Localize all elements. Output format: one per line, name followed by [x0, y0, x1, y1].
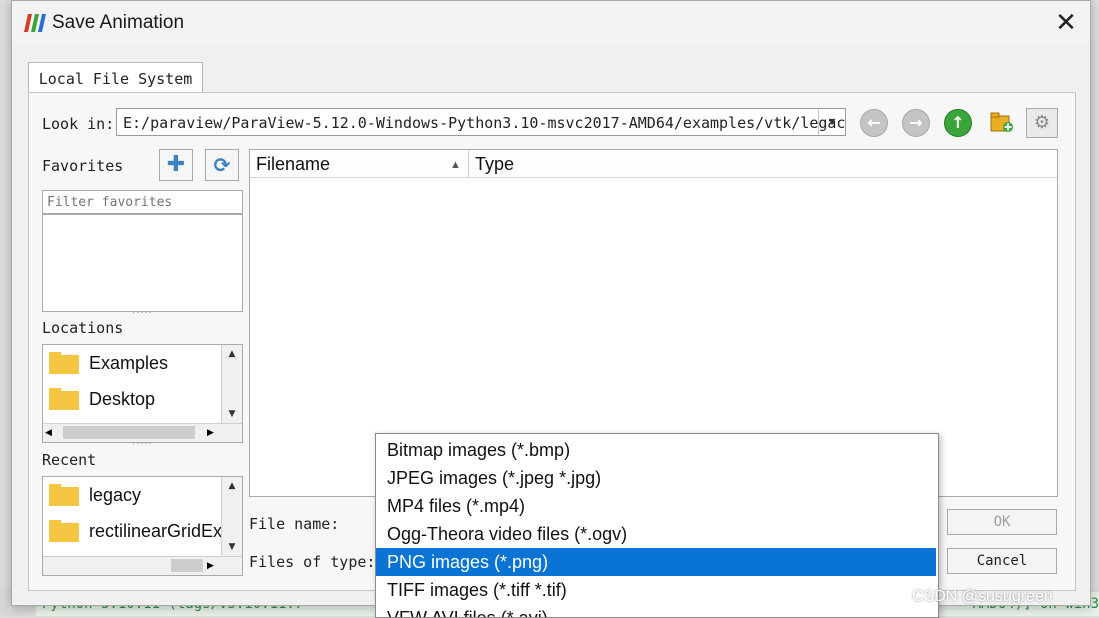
watermark-text: CSDN @susugreen — [912, 588, 1053, 605]
scroll-right-icon[interactable]: ▶ — [207, 424, 214, 442]
folder-icon — [49, 352, 79, 374]
folder-icon — [49, 388, 79, 410]
recent-list[interactable]: legacy rectilinearGridEx ▲ ▼ ▶ — [42, 476, 243, 576]
column-header-label: Type — [475, 154, 515, 174]
file-type-option-tiff[interactable]: TIFF images (*.tiff *.tif) — [376, 576, 936, 604]
column-header-filename[interactable]: Filename ▲ — [250, 150, 468, 178]
splitter-handle[interactable]: ····· — [132, 439, 153, 450]
tab-local-file-system[interactable]: Local File System — [28, 62, 203, 93]
file-name-label: File name: — [249, 515, 340, 533]
column-header-type[interactable]: Type — [469, 150, 1057, 178]
sort-ascending-icon: ▲ — [450, 159, 461, 171]
favorites-list[interactable] — [42, 214, 243, 312]
horizontal-scrollbar[interactable]: ▶ — [43, 556, 242, 575]
files-of-type-label: Files of type: — [249, 553, 376, 571]
scroll-left-icon[interactable]: ◀ — [45, 424, 52, 442]
ok-button[interactable]: OK — [947, 509, 1057, 535]
scroll-right-icon[interactable]: ▶ — [207, 557, 214, 575]
look-in-combobox[interactable]: E:/paraview/ParaView-5.12.0-Windows-Pyth… — [116, 108, 846, 136]
file-type-option-png[interactable]: PNG images (*.png) — [376, 548, 936, 576]
look-in-label: Look in: — [42, 115, 115, 133]
locations-label: Locations — [42, 319, 124, 337]
refresh-icon[interactable]: ⟳ — [205, 149, 239, 181]
file-type-option-ogv[interactable]: Ogg-Theora video files (*.ogv) — [376, 520, 936, 548]
scroll-up-icon[interactable]: ▲ — [222, 345, 242, 363]
vertical-scrollbar[interactable]: ▲ ▼ — [221, 477, 242, 557]
column-header-label: Filename — [256, 154, 331, 174]
filter-favorites-input[interactable] — [42, 190, 243, 214]
scroll-down-icon[interactable]: ▼ — [222, 538, 242, 556]
recent-label: Recent — [42, 451, 97, 469]
window-title: Save Animation — [52, 12, 185, 33]
file-type-option-bmp[interactable]: Bitmap images (*.bmp) — [376, 436, 936, 464]
scroll-thumb[interactable] — [63, 426, 195, 439]
add-favorite-button[interactable]: ✚ — [159, 149, 193, 181]
close-icon[interactable]: ✕ — [1052, 9, 1080, 37]
paraview-logo-icon — [24, 14, 46, 32]
forward-icon[interactable]: → — [902, 109, 930, 137]
new-folder-icon[interactable] — [990, 111, 1014, 133]
favorites-label: Favorites — [42, 157, 124, 175]
folder-icon — [49, 484, 79, 506]
title-bar: Save Animation ✕ — [12, 1, 1090, 45]
look-in-path: E:/paraview/ParaView-5.12.0-Windows-Pyth… — [123, 114, 846, 132]
scroll-down-icon[interactable]: ▼ — [222, 405, 242, 423]
location-label: Desktop — [89, 389, 156, 409]
cancel-button[interactable]: Cancel — [947, 548, 1057, 574]
chevron-down-icon[interactable]: ▼ — [818, 109, 845, 135]
splitter-handle[interactable]: ····· — [132, 308, 153, 319]
file-type-dropdown[interactable]: Bitmap images (*.bmp) JPEG images (*.jpe… — [375, 433, 939, 618]
parent-directory-icon[interactable]: ↑ — [944, 109, 972, 137]
back-icon[interactable]: ← — [860, 109, 888, 137]
settings-icon[interactable]: ⚙ — [1026, 108, 1058, 138]
recent-label: legacy — [89, 485, 142, 505]
file-type-option-mp4[interactable]: MP4 files (*.mp4) — [376, 492, 936, 520]
folder-icon — [49, 520, 79, 542]
location-label: Examples — [89, 353, 169, 373]
recent-label: rectilinearGridEx — [89, 521, 223, 541]
scroll-up-icon[interactable]: ▲ — [222, 477, 242, 495]
locations-list[interactable]: Examples Desktop ▲ ▼ ◀ ▶ — [42, 344, 243, 443]
vertical-scrollbar[interactable]: ▲ ▼ — [221, 345, 242, 424]
scroll-thumb[interactable] — [171, 559, 203, 572]
file-type-option-jpeg[interactable]: JPEG images (*.jpeg *.jpg) — [376, 464, 936, 492]
